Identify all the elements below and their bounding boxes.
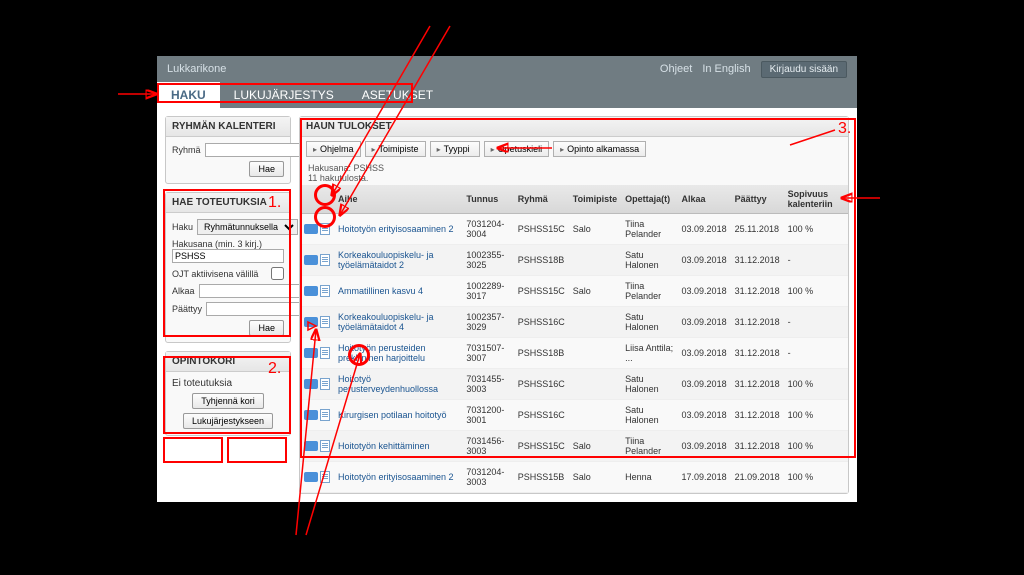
alkaa-label: Alkaa	[172, 286, 195, 296]
table-row: Hoitotyö perusterveydenhuollossa7031455-…	[300, 369, 848, 400]
lang-link[interactable]: In English	[702, 63, 750, 75]
table-row: Korkeakouluopiskelu- ja työelämätaidot 2…	[300, 245, 848, 276]
tab-timetable[interactable]: LUKUJÄRJESTYS	[220, 82, 348, 108]
col-toimipiste[interactable]: Toimipiste	[569, 185, 621, 214]
group-label: Ryhmä	[172, 145, 201, 155]
login-button[interactable]: Kirjaudu sisään	[761, 61, 847, 78]
col-aihe[interactable]: Aihe	[334, 185, 462, 214]
to-timetable-button[interactable]: Lukujärjestykseen	[183, 413, 273, 429]
haku-select[interactable]: Ryhmätunnuksella	[197, 219, 298, 235]
result-link[interactable]: Hoitotyön erityisosaaminen 2	[338, 472, 454, 482]
col-sopivuus[interactable]: Sopivuus kalenteriin	[784, 185, 848, 214]
table-row: Ammatillinen kasvu 41002289-3017PSHSS15C…	[300, 276, 848, 307]
app-window: Lukkarikone Ohjeet In English Kirjaudu s…	[157, 56, 857, 502]
add-to-basket-icon[interactable]	[304, 286, 318, 296]
basket-title: OPINTOKORI	[166, 352, 290, 372]
details-icon[interactable]	[320, 440, 330, 452]
filter-ohjelma[interactable]: Ohjelma	[306, 141, 361, 157]
results-panel: HAUN TULOKSET Ohjelma Toimipiste Tyyppi …	[299, 116, 849, 494]
results-table: Aihe Tunnus Ryhmä Toimipiste Opettaja(t)…	[300, 185, 848, 493]
add-to-basket-icon[interactable]	[304, 472, 318, 482]
result-link[interactable]: Hoitotyön perusteiden prekliininen harjo…	[338, 343, 426, 363]
result-link[interactable]: Kirurgisen potilaan hoitotyö	[338, 410, 447, 420]
details-icon[interactable]	[320, 316, 330, 328]
details-icon[interactable]	[320, 254, 330, 266]
details-icon[interactable]	[320, 378, 330, 390]
table-row: Hoitotyön erityisosaaminen 27031204-3004…	[300, 214, 848, 245]
details-icon[interactable]	[320, 409, 330, 421]
ojt-checkbox[interactable]	[271, 267, 284, 280]
add-to-basket-icon[interactable]	[304, 379, 318, 389]
help-link[interactable]: Ohjeet	[660, 63, 692, 75]
filter-row: Ohjelma Toimipiste Tyyppi Opetuskieli Op…	[300, 137, 848, 161]
result-link[interactable]: Ammatillinen kasvu 4	[338, 286, 423, 296]
ojt-label: OJT aktiivisena välillä	[172, 269, 267, 279]
filter-alkamassa[interactable]: Opinto alkamassa	[553, 141, 646, 157]
add-to-basket-icon[interactable]	[304, 441, 318, 451]
result-link[interactable]: Korkeakouluopiskelu- ja työelämätaidot 2	[338, 250, 434, 270]
table-row: Hoitotyön kehittäminen7031456-3003PSHSS1…	[300, 431, 848, 462]
result-link[interactable]: Hoitotyö perusterveydenhuollossa	[338, 374, 438, 394]
basket-empty-text: Ei toteutuksia	[172, 378, 284, 389]
add-to-basket-icon[interactable]	[304, 348, 318, 358]
col-opettajat[interactable]: Opettaja(t)	[621, 185, 677, 214]
table-row: Kirurgisen potilaan hoitotyö7031200-3001…	[300, 400, 848, 431]
details-icon[interactable]	[320, 471, 330, 483]
topbar: Lukkarikone Ohjeet In English Kirjaudu s…	[157, 56, 857, 82]
group-search-button[interactable]: Hae	[249, 161, 284, 177]
basket-panel: OPINTOKORI Ei toteutuksia Tyhjennä kori …	[165, 351, 291, 436]
tab-search[interactable]: HAKU	[157, 82, 220, 108]
clear-basket-button[interactable]: Tyhjennä kori	[192, 393, 264, 409]
hakusana-label: Hakusana (min. 3 kirj.)	[172, 239, 284, 249]
tab-settings[interactable]: ASETUKSET	[348, 82, 447, 108]
col-ryhma[interactable]: Ryhmä	[514, 185, 569, 214]
col-paattyy[interactable]: Päättyy	[731, 185, 784, 214]
result-link[interactable]: Hoitotyön kehittäminen	[338, 441, 430, 451]
app-title: Lukkarikone	[167, 63, 226, 75]
search-panel: HAE TOTEUTUKSIA Haku Ryhmätunnuksella Ha…	[165, 192, 291, 343]
hakusana-input[interactable]	[172, 249, 284, 263]
table-row: Korkeakouluopiskelu- ja työelämätaidot 4…	[300, 307, 848, 338]
add-to-basket-icon[interactable]	[304, 255, 318, 265]
details-icon[interactable]	[320, 347, 330, 359]
search-button[interactable]: Hae	[249, 320, 284, 336]
filter-opetuskieli[interactable]: Opetuskieli	[484, 141, 550, 157]
paattyy-label: Päättyy	[172, 304, 202, 314]
tabs: HAKU LUKUJÄRJESTYS ASETUKSET	[157, 82, 857, 108]
result-link[interactable]: Korkeakouluopiskelu- ja työelämätaidot 4	[338, 312, 434, 332]
table-row: Hoitotyön erityisosaaminen 27031204-3003…	[300, 462, 848, 493]
details-icon[interactable]	[320, 223, 330, 235]
search-count-info: 11 hakutulosta.	[308, 173, 840, 183]
result-link[interactable]: Hoitotyön erityisosaaminen 2	[338, 224, 454, 234]
group-calendar-panel: RYHMÄN KALENTERI Ryhmä Hae	[165, 116, 291, 184]
add-to-basket-icon[interactable]	[304, 224, 318, 234]
filter-tyyppi[interactable]: Tyyppi	[430, 141, 480, 157]
results-title: HAUN TULOKSET	[300, 117, 848, 137]
search-term-info: Hakusana: PSHSS	[308, 163, 840, 173]
details-icon[interactable]	[320, 285, 330, 297]
add-to-basket-icon[interactable]	[304, 410, 318, 420]
filter-toimipiste[interactable]: Toimipiste	[365, 141, 426, 157]
col-alkaa[interactable]: Alkaa	[678, 185, 731, 214]
table-row: Hoitotyön perusteiden prekliininen harjo…	[300, 338, 848, 369]
add-to-basket-icon[interactable]	[304, 317, 318, 327]
search-panel-title: HAE TOTEUTUKSIA	[166, 193, 290, 213]
group-calendar-title: RYHMÄN KALENTERI	[166, 117, 290, 137]
haku-label: Haku	[172, 222, 193, 232]
col-tunnus[interactable]: Tunnus	[462, 185, 513, 214]
